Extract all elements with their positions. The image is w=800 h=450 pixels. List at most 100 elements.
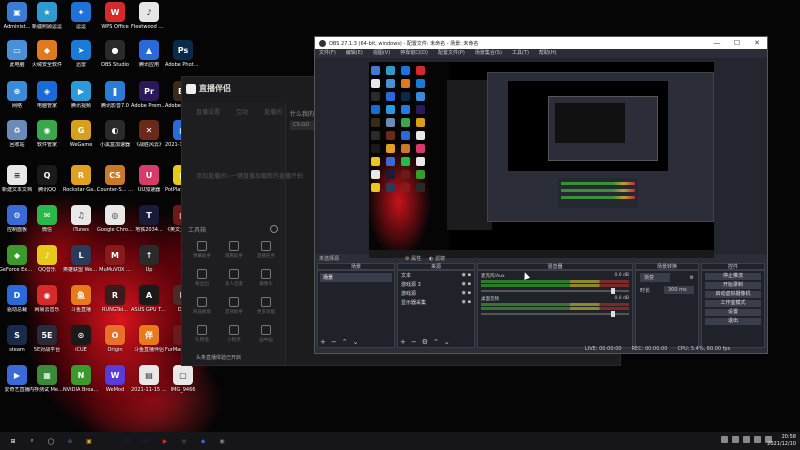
desktop-icon[interactable]: W WPS Office bbox=[98, 2, 132, 40]
desktop-icon[interactable]: ♻ 回收站 bbox=[0, 120, 34, 158]
remove-scene-icon[interactable]: − bbox=[331, 338, 337, 346]
desktop-icon[interactable]: ✦ 逗逗 bbox=[64, 2, 98, 40]
desktop-icon[interactable]: Ssteam bbox=[0, 325, 34, 363]
tool-item[interactable]: 更多功能 bbox=[250, 297, 282, 315]
desktop-icon[interactable]: ★ 新疆照顾逗逗 bbox=[30, 2, 64, 40]
visibility-eye-icon[interactable]: ◉ ▪ bbox=[462, 272, 471, 279]
desktop-icon[interactable]: ♫ iTunes bbox=[64, 205, 98, 243]
taskbar-app-icon[interactable]: ⌕ bbox=[26, 435, 38, 447]
control-button[interactable]: 启动虚拟摄像机 bbox=[705, 291, 761, 298]
obs-window[interactable]: OBS 27.1.3 (64-bit, windows) - 配置文件: 未命名… bbox=[314, 36, 768, 354]
desktop-icon[interactable]: W WeMod bbox=[98, 365, 132, 403]
tool-item[interactable]: 礼物墙 bbox=[186, 325, 218, 343]
control-button[interactable]: 工作室模式 bbox=[705, 300, 761, 307]
tray-icon[interactable] bbox=[754, 436, 761, 443]
source-item[interactable]: 游戏源 ◉ ▪ bbox=[398, 289, 474, 298]
taskbar-app-icon[interactable]: ◉ bbox=[216, 435, 228, 447]
properties-button[interactable]: ⚙ 属性 bbox=[405, 255, 421, 262]
desktop-icon[interactable]: ▣ Administ... bbox=[0, 2, 34, 40]
remove-source-icon[interactable]: − bbox=[411, 338, 417, 346]
taskbar-app-icon[interactable]: ● bbox=[178, 435, 190, 447]
desktop-icon[interactable]: ≡ 新建文本文档 bbox=[0, 165, 34, 203]
control-button[interactable]: 设置 bbox=[705, 309, 761, 316]
menu-item[interactable]: 场景集合(S) bbox=[475, 49, 502, 58]
desktop-icon[interactable]: ◐ 小黑盒加速器 bbox=[98, 120, 132, 158]
desktop-icon[interactable]: ◆ 火绒安全软件 bbox=[30, 40, 64, 78]
tool-item[interactable]: 商品橱窗 bbox=[186, 297, 218, 315]
toolbox-more-button[interactable] bbox=[270, 225, 278, 233]
volume-slider[interactable] bbox=[481, 288, 629, 294]
menu-item[interactable]: 工具(T) bbox=[512, 49, 529, 58]
desktop-icon[interactable]: Pr Adobe Premie... bbox=[131, 81, 167, 119]
add-source-icon[interactable]: + bbox=[400, 338, 406, 346]
desktop-icon[interactable]: ♪ QQ音乐 bbox=[30, 245, 64, 283]
desktop-icon[interactable]: ◉ 软件管家 bbox=[30, 120, 64, 158]
control-button[interactable]: 退出 bbox=[705, 318, 761, 325]
desktop-icon[interactable]: ▢ IMG_9466 bbox=[166, 365, 200, 403]
desktop-icon[interactable]: ▶ 爱奇艺直播 bbox=[0, 365, 34, 403]
desktop-icon[interactable]: ◎ Google Chrome bbox=[97, 205, 133, 243]
menu-item[interactable]: 帮助(H) bbox=[539, 49, 557, 58]
tab-interaction[interactable]: 互动 bbox=[236, 107, 248, 116]
taskbar-app-icon[interactable]: ⊞ bbox=[7, 435, 19, 447]
source-item[interactable]: 显示器采集 ◉ ▪ bbox=[398, 298, 474, 307]
desktop-icon[interactable]: ✕ 《战胜风云》 bbox=[132, 120, 166, 158]
taskbar-app-icon[interactable]: ◆ bbox=[197, 435, 209, 447]
taskbar-app-icon[interactable]: e bbox=[64, 435, 76, 447]
duration-input[interactable]: 300 ms bbox=[664, 286, 694, 294]
desktop-icon[interactable]: ▭ 此电脑 bbox=[0, 40, 34, 78]
tool-item[interactable]: 画中画 bbox=[250, 325, 282, 343]
move-up-icon[interactable]: ⌃ bbox=[342, 338, 348, 346]
desktop-icon[interactable]: ✉ 微信 bbox=[30, 205, 64, 243]
desktop-icon[interactable]: A ASUS GPU Tweak II bbox=[131, 285, 167, 323]
desktop-icon[interactable]: M MuMuVOX ... bbox=[98, 245, 132, 283]
tool-item[interactable]: 弹幕助手 bbox=[186, 241, 218, 259]
tool-item[interactable]: 粉丝团 bbox=[186, 269, 218, 287]
desktop-icon[interactable]: ♪ Fleetwood Mac - T... bbox=[131, 2, 167, 40]
source-settings-icon[interactable]: ⚙ bbox=[422, 338, 428, 346]
move-down-icon[interactable]: ⌄ bbox=[353, 338, 359, 346]
desktop-icon[interactable]: R Rockstar Games... bbox=[63, 165, 99, 203]
menu-item[interactable]: 视图(V) bbox=[373, 49, 390, 58]
taskbar-app-icon[interactable]: Pr bbox=[140, 435, 152, 447]
source-up-icon[interactable]: ⌃ bbox=[433, 338, 439, 346]
menu-item[interactable]: 停靠窗口(D) bbox=[400, 49, 428, 58]
menu-item[interactable]: 文件(F) bbox=[319, 49, 336, 58]
desktop-icon[interactable]: ▦ 内存测试 MemTest... bbox=[29, 365, 65, 403]
desktop-icon[interactable]: 5E 5E对战平台 bbox=[30, 325, 64, 363]
add-scene-icon[interactable]: + bbox=[320, 338, 326, 346]
desktop-icon[interactable]: U UU加速器 bbox=[132, 165, 166, 203]
desktop-icon[interactable]: 伴斗鱼直播伴侣 bbox=[132, 325, 166, 363]
desktop-icon[interactable]: ◉ 网易云音乐 bbox=[30, 285, 64, 323]
minimize-button[interactable]: — bbox=[707, 37, 727, 49]
desktop-icon[interactable]: ➤ 迅雷 bbox=[64, 40, 98, 78]
desktop-icon[interactable]: ▤ 2021-11-15 23-09-57 bbox=[131, 365, 167, 403]
desktop-icon[interactable]: ⊕ 网络 bbox=[0, 81, 34, 119]
visibility-eye-icon[interactable]: ◉ ▪ bbox=[462, 290, 471, 297]
taskbar-app-icon[interactable]: ◯ bbox=[45, 435, 57, 447]
volume-slider[interactable] bbox=[481, 311, 629, 317]
control-button[interactable]: 停止推流 bbox=[705, 273, 761, 280]
desktop-icon[interactable]: ▶ 腾讯视频 bbox=[64, 81, 98, 119]
maximize-button[interactable]: ☐ bbox=[727, 37, 747, 49]
tab-live-settings[interactable]: 直播设置 bbox=[196, 107, 220, 116]
tool-item[interactable]: 音效助手 bbox=[218, 297, 250, 315]
taskbar-app-icon[interactable]: Ps bbox=[121, 435, 133, 447]
tray-icon[interactable] bbox=[721, 436, 728, 443]
visibility-eye-icon[interactable]: ◉ ▪ bbox=[462, 299, 471, 306]
tool-item[interactable]: 小程序 bbox=[218, 325, 250, 343]
transition-mode-select[interactable]: 渐变 bbox=[640, 273, 670, 282]
desktop-icon[interactable]: N NVIDIA Broadcast bbox=[63, 365, 99, 403]
filters-button[interactable]: ◐ 滤镜 bbox=[429, 255, 445, 262]
desktop-icon[interactable]: ◈ 电脑管家 bbox=[30, 81, 64, 119]
desktop-icon[interactable]: T 地铁2034... bbox=[132, 205, 166, 243]
desktop-icon[interactable]: L 英雄联盟 WeGame版 bbox=[63, 245, 99, 283]
desktop-icon[interactable]: ◆GeForce Experience bbox=[0, 245, 35, 283]
scene-item[interactable]: 场景 bbox=[320, 273, 392, 282]
tool-item[interactable]: 多人连麦 bbox=[218, 269, 250, 287]
desktop-icon[interactable]: ⚙ 控制面板 bbox=[0, 205, 34, 243]
transition-settings-icon[interactable]: ⚙ bbox=[690, 275, 694, 281]
desktop-icon[interactable]: ❚ 腾讯影音7.0 bbox=[98, 81, 132, 119]
close-button[interactable]: ✕ bbox=[747, 37, 767, 49]
desktop-icon[interactable]: Q 腾讯QQ bbox=[30, 165, 64, 203]
